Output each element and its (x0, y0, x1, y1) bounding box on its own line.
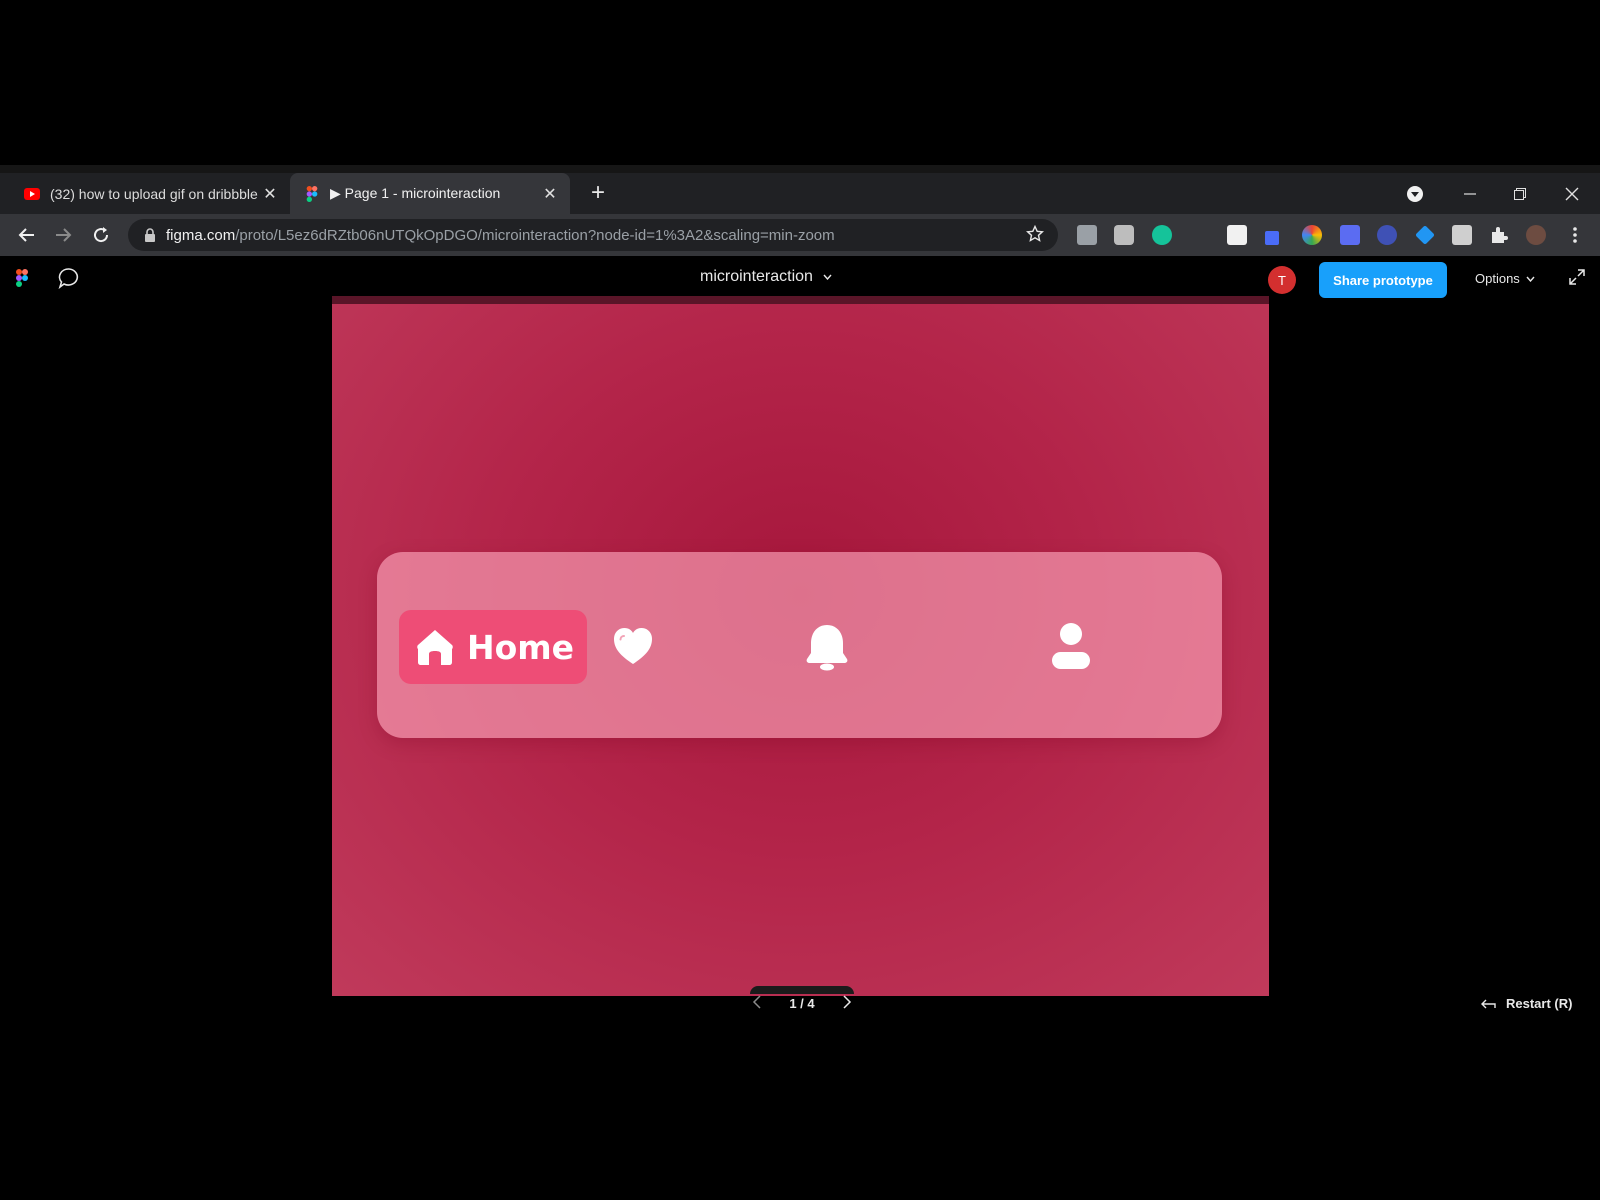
tab-youtube[interactable]: (32) how to upload gif on dribbble ✕ (0, 173, 290, 214)
chevron-right-icon[interactable] (842, 994, 852, 1012)
nav-home-label: Home (467, 627, 575, 667)
lock-icon (145, 228, 155, 242)
extension-icon[interactable] (1452, 225, 1472, 245)
tab-title: (32) how to upload gif on dribbble (50, 185, 258, 202)
nav-item-profile[interactable] (1051, 622, 1091, 677)
restart-label: Restart (R) (1506, 996, 1573, 1011)
nav-item-favorites[interactable] (612, 626, 654, 671)
frame-pager: 1 / 4 (752, 988, 852, 1018)
address-bar[interactable]: figma.com /proto/L5ez6dRZtb06nUTQkOpDGO/… (128, 219, 1058, 251)
gear-extension-icon[interactable] (1377, 225, 1397, 245)
url-path: /proto/L5ez6dRZtb06nUTQkOpDGO/microinter… (235, 226, 835, 244)
figma-icon (306, 185, 318, 202)
minimize-icon[interactable] (1450, 173, 1490, 214)
options-label: Options (1475, 271, 1520, 286)
extension-icon[interactable] (1077, 225, 1097, 245)
nav-item-notifications[interactable] (805, 622, 849, 677)
back-icon[interactable] (12, 220, 42, 250)
bottom-navigation-bar: Home (377, 552, 1222, 738)
chevron-down-icon (1526, 276, 1535, 282)
chevron-down-icon (823, 274, 832, 280)
restart-button[interactable]: Restart (R) (1480, 996, 1572, 1011)
extension-icon[interactable] (1340, 225, 1360, 245)
close-icon[interactable]: ✕ (260, 184, 280, 204)
tab-title: ▶ Page 1 - microinteraction (330, 185, 501, 201)
undo-arrow-icon (1481, 999, 1496, 1008)
nav-item-home-active[interactable]: Home (399, 610, 587, 684)
browser-toolbar: figma.com /proto/L5ez6dRZtb06nUTQkOpDGO/… (0, 214, 1600, 256)
more-vert-icon[interactable] (1560, 220, 1590, 250)
share-prototype-button[interactable]: Share prototype (1319, 262, 1447, 298)
camera-extension-icon[interactable] (1114, 225, 1134, 245)
chevron-left-icon[interactable] (752, 994, 762, 1012)
forward-icon[interactable] (48, 220, 78, 250)
bell-icon (806, 625, 848, 671)
prototype-frame[interactable]: Home (332, 296, 1269, 996)
color-picker-icon[interactable] (1302, 225, 1322, 245)
pen-extension-icon[interactable] (1265, 231, 1279, 245)
tab-figma[interactable]: ▶ Page 1 - microinteraction ✕ (290, 173, 570, 214)
calendar-extension-icon[interactable] (1227, 225, 1247, 245)
options-dropdown[interactable]: Options (1475, 271, 1535, 286)
comment-icon[interactable] (58, 267, 80, 294)
restore-icon[interactable] (1500, 173, 1540, 214)
home-icon (417, 630, 453, 665)
page-indicator: 1 / 4 (789, 995, 815, 1011)
user-icon (1052, 623, 1090, 669)
avatar[interactable]: T (1268, 266, 1296, 294)
youtube-icon (24, 187, 40, 200)
gem-extension-icon[interactable] (1415, 225, 1435, 245)
reload-icon[interactable] (86, 220, 116, 250)
close-icon[interactable]: ✕ (540, 184, 560, 204)
grammarly-icon[interactable] (1152, 225, 1172, 245)
browser-tab-strip: (32) how to upload gif on dribbble ✕ ▶ P… (0, 165, 1600, 214)
profile-dropdown-icon[interactable] (1400, 173, 1430, 214)
heart-icon (614, 628, 652, 664)
figma-header: microinteraction T Share prototype Optio… (0, 256, 1600, 298)
project-title-dropdown[interactable]: microinteraction (700, 268, 832, 286)
figma-logo-icon[interactable] (16, 268, 28, 293)
project-title: microinteraction (700, 268, 813, 285)
puzzle-icon[interactable] (1489, 225, 1509, 245)
new-tab-button[interactable]: + (584, 179, 612, 207)
close-window-icon[interactable] (1552, 173, 1592, 214)
profile-avatar[interactable] (1526, 225, 1546, 245)
url-host: figma.com (166, 226, 236, 244)
bookmark-star-icon[interactable] (1025, 224, 1045, 247)
fullscreen-icon[interactable] (1568, 268, 1586, 291)
